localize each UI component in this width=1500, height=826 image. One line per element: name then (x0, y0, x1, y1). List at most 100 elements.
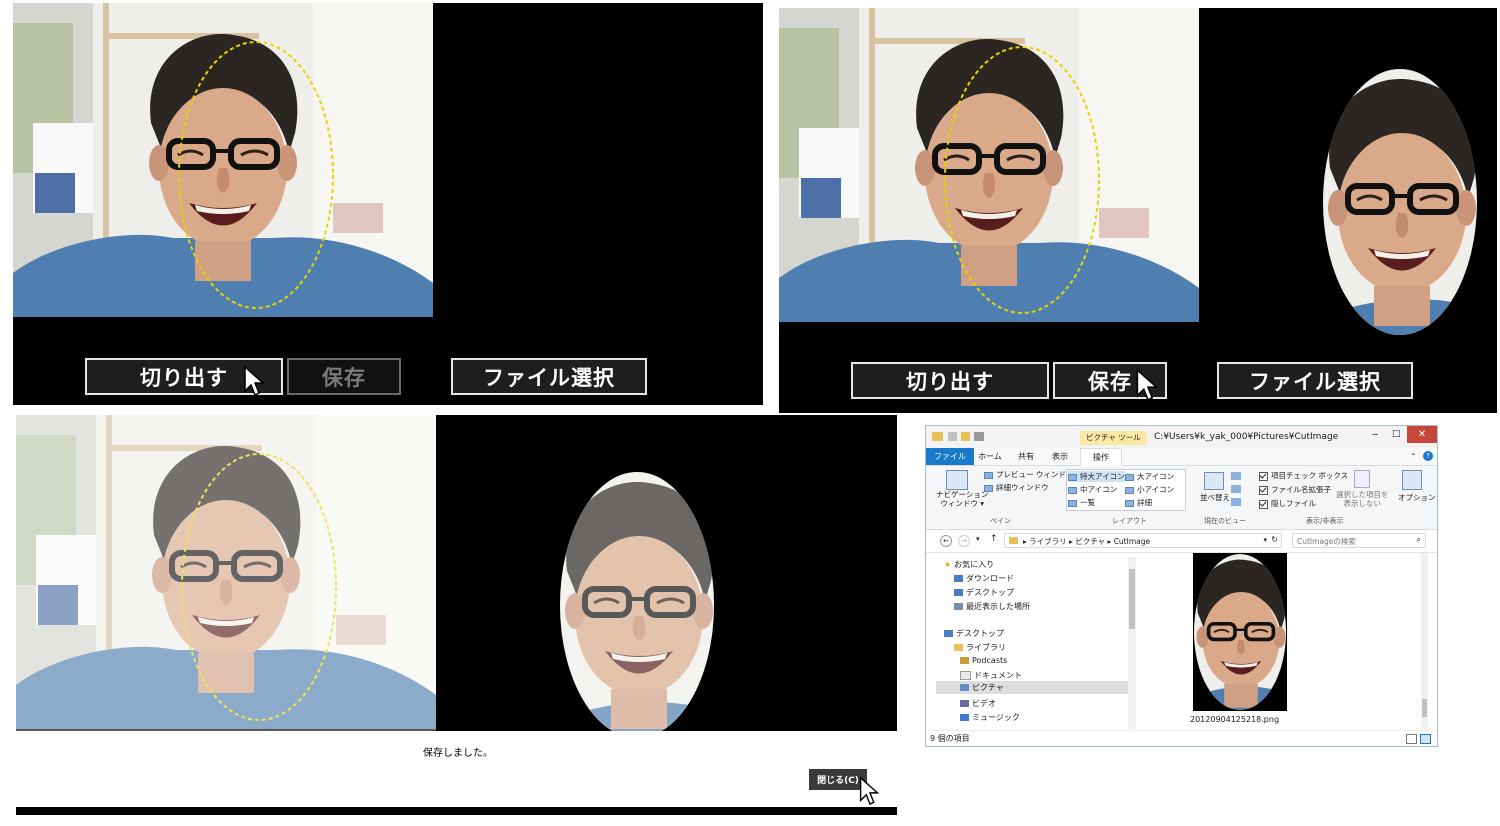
maximize-button[interactable]: □ (1392, 429, 1401, 439)
add-columns-icon[interactable] (1231, 485, 1241, 493)
tab-share[interactable]: 共有 (1018, 451, 1034, 462)
address-bar-row: ← → ▾ ↑ ▸ ライブラリ ▸ ピクチャ ▸ CutImage ▾ ↻ Cu… (926, 530, 1437, 553)
ribbon-minimize-icon[interactable]: ⌃ (1410, 452, 1417, 461)
hide-selected-button[interactable]: 選択した項目を 表示しない (1336, 490, 1389, 508)
context-tab[interactable]: ピクチャ ツール (1080, 431, 1147, 445)
forward-icon[interactable]: → (958, 535, 970, 547)
layout-medium[interactable]: 中アイコン (1068, 484, 1117, 495)
nav-libraries[interactable]: ライブラリ (954, 642, 1006, 653)
app-window-2: 切り出す 保存 ファイル選択 (779, 8, 1497, 413)
details-pane-button[interactable]: 詳細ウィンドウ (984, 482, 1049, 493)
content-scrollbar[interactable] (1421, 553, 1428, 729)
breadcrumb-cutimage[interactable]: CutImage (1114, 537, 1150, 546)
address-bar[interactable]: ▸ ライブラリ ▸ ピクチャ ▸ CutImage ▾ ↻ (1004, 533, 1282, 548)
nav-favorites[interactable]: ★ お気に入り (944, 559, 994, 570)
status-bar: 9 個の項目 (926, 730, 1437, 746)
thumbnail-view-icon[interactable] (1420, 734, 1431, 744)
nav-scroll-thumb[interactable] (1129, 569, 1135, 629)
item-checkbox-toggle[interactable]: 項目チェック ボックス (1259, 470, 1348, 481)
title-bar: ピクチャ ツール C:¥Users¥k_yak_000¥Pictures¥Cut… (926, 426, 1437, 448)
content-scroll-thumb[interactable] (1422, 699, 1427, 717)
select-file-button[interactable]: ファイル選択 (1217, 362, 1413, 399)
save-button[interactable]: 保存 (287, 358, 401, 395)
nav-pane-icon[interactable] (946, 470, 968, 490)
podcast-icon (960, 657, 969, 664)
nav-music[interactable]: ミュージック (960, 712, 1020, 723)
cut-button[interactable]: 切り出す (851, 362, 1049, 399)
window-title: C:¥Users¥k_yak_000¥Pictures¥CutImage (1154, 432, 1339, 442)
nav-documents[interactable]: ドキュメント (960, 670, 1022, 681)
music-icon (960, 714, 969, 721)
cut-image-preview (1322, 68, 1478, 336)
library-icon (954, 644, 963, 651)
up-icon[interactable]: ↑ (990, 534, 998, 544)
quick-access-icons[interactable] (948, 432, 984, 441)
sort-icon[interactable] (1204, 472, 1224, 490)
desktop-icon (944, 630, 953, 637)
ribbon: ナビゲーション ウィンドウ ▾ プレビュー ウィンドウ 詳細ウィンドウ ペイン … (926, 466, 1437, 530)
small-icon (1125, 486, 1134, 494)
folder-icon (1009, 537, 1018, 544)
details-view-icon[interactable] (1406, 734, 1417, 744)
tab-home[interactable]: ホーム (978, 451, 1002, 462)
extension-toggle[interactable]: ファイル名拡張子 (1259, 484, 1331, 495)
back-icon[interactable]: ← (940, 535, 952, 547)
preview-pane-button[interactable]: プレビュー ウィンドウ (984, 469, 1073, 480)
saved-image-preview (559, 471, 715, 739)
layout-small[interactable]: 小アイコン (1125, 484, 1174, 495)
address-dropdown-icon[interactable]: ▾ (1263, 536, 1267, 544)
tab-manage[interactable]: 操作 (1080, 448, 1122, 466)
tab-file[interactable]: ファイル (926, 448, 974, 465)
nav-recent[interactable]: 最近表示した場所 (954, 601, 1030, 612)
size-columns-icon[interactable] (1231, 498, 1241, 506)
sort-button[interactable]: 並べ替え (1200, 492, 1230, 503)
nav-pane-button[interactable]: ナビゲーション ウィンドウ ▾ (936, 490, 988, 508)
file-explorer-window: ピクチャ ツール C:¥Users¥k_yak_000¥Pictures¥Cut… (925, 425, 1438, 747)
video-icon (960, 700, 969, 707)
nav-downloads[interactable]: ダウンロード (954, 573, 1014, 584)
options-button[interactable]: オプション (1398, 492, 1436, 503)
checkbox-icon (1259, 485, 1268, 495)
options-icon[interactable] (1402, 470, 1422, 490)
file-thumbnail[interactable] (1193, 553, 1287, 711)
nav-desktop-favorite[interactable]: デスクトップ (954, 587, 1014, 598)
item-count: 9 個の項目 (930, 734, 970, 743)
group-by-icon[interactable] (1231, 472, 1241, 480)
layout-large[interactable]: 大アイコン (1125, 471, 1174, 482)
breadcrumb: ▸ ライブラリ ▸ ピクチャ ▸ CutImage (1023, 537, 1151, 546)
minimize-button[interactable]: ‒ (1372, 429, 1378, 440)
tab-view[interactable]: 表示 (1052, 451, 1068, 462)
preview-pane-icon (984, 471, 993, 479)
message-dialog (16, 731, 897, 807)
layout-list[interactable]: 一覧 (1068, 497, 1095, 508)
layout-details[interactable]: 詳細 (1125, 497, 1152, 508)
breadcrumb-libraries[interactable]: ライブラリ (1029, 537, 1067, 546)
hidden-files-toggle[interactable]: 隠しファイル (1259, 498, 1316, 509)
select-file-button[interactable]: ファイル選択 (451, 358, 647, 395)
recent-places-icon (954, 603, 963, 610)
breadcrumb-pictures[interactable]: ピクチャ (1075, 537, 1105, 546)
navigation-pane: ★ お気に入り ダウンロード デスクトップ 最近表示した場所 デスクトップ ライブ… (926, 553, 1136, 731)
nav-pictures[interactable]: ピクチャ (936, 681, 1130, 694)
app-window-1: 切り出す 保存 ファイル選択 (13, 3, 763, 405)
layout-extra-large[interactable]: 特大アイコン (1068, 471, 1125, 482)
nav-desktop[interactable]: デスクトップ (944, 628, 1004, 639)
hide-selected-icon[interactable] (1354, 470, 1370, 488)
nav-podcasts[interactable]: Podcasts (960, 656, 1007, 665)
details-icon (1125, 499, 1134, 507)
ribbon-tabs: ファイル ホーム 共有 表示 操作 ⌃ ? (926, 448, 1437, 466)
search-box[interactable]: CutImageの検索 ⌕ (1292, 533, 1426, 548)
close-window-button[interactable]: ✕ (1407, 426, 1437, 443)
refresh-icon[interactable]: ↻ (1271, 535, 1278, 544)
layout-group-label: レイアウト (1112, 517, 1147, 525)
recent-dropdown-icon[interactable]: ▾ (976, 535, 980, 543)
file-list: 20120904125218.png (1138, 553, 1428, 731)
saved-message: 保存しました。 (423, 748, 493, 759)
nav-scrollbar[interactable] (1128, 557, 1136, 729)
folder-icon (932, 432, 943, 441)
camera-photo-2 (779, 8, 1199, 322)
help-icon[interactable]: ? (1423, 451, 1433, 461)
extra-large-icon (1068, 473, 1077, 481)
nav-videos[interactable]: ビデオ (960, 698, 996, 709)
details-pane-icon (984, 484, 993, 492)
